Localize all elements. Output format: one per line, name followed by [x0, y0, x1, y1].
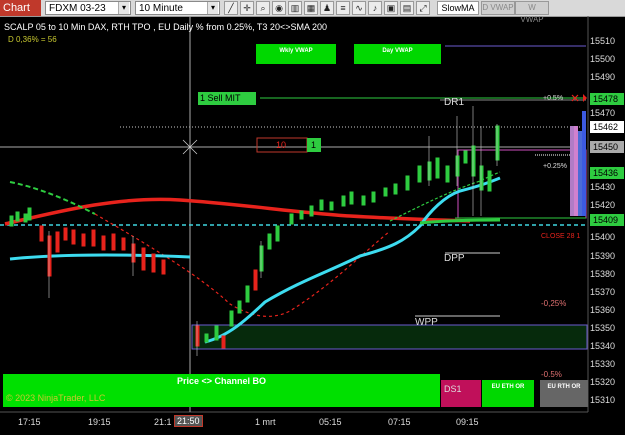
draw-tool-icon[interactable]: ╱ [224, 1, 238, 15]
ds1-box: DS1 [441, 380, 481, 407]
strategy-icon[interactable]: ♟ [320, 1, 334, 15]
instrument-selector[interactable]: FDXM 03-23 ▾ [45, 1, 131, 15]
copyright-text: © 2023 NinjaTrader, LLC [6, 393, 106, 403]
close-label: CLOSE 28 1 [541, 233, 581, 240]
price-tag-15436: 15436 [590, 167, 624, 179]
sell-mit-order[interactable]: 1 Sell MIT [198, 92, 256, 105]
w-vwap-button[interactable]: W VWAP [515, 1, 549, 24]
eu-rth-or-button[interactable]: EU RTH OR [540, 380, 588, 407]
grid-icon[interactable]: ▦ [304, 1, 318, 15]
chart-title: SCALP 05 to 10 Min DAX, RTH TPO , EU Dai… [4, 22, 327, 32]
green-dashed-line [9, 181, 96, 215]
minus-025-label: -0,25% [541, 299, 567, 308]
time-axis-label: 07:15 [388, 417, 411, 427]
price-axis-label: 15490 [590, 72, 616, 82]
interval-label: 10 Minute [139, 3, 183, 14]
time-axis-label: 21:1 [154, 417, 172, 427]
price-axis-label: 15420 [590, 200, 616, 210]
price-axis-label: 15390 [590, 251, 616, 261]
price-tag-15462: 15462 [590, 121, 624, 133]
opening-range-box [457, 149, 587, 219]
crosshair-time-label: 21:50 [174, 415, 203, 427]
eye-icon[interactable]: ◉ [272, 1, 286, 15]
price-channel-box [191, 324, 588, 350]
price-tag-15478: 15478 [590, 93, 624, 105]
price-axis-label: 15470 [590, 108, 616, 118]
order-qty-small[interactable]: 1 [311, 140, 316, 150]
sell-arrow-icon [583, 94, 587, 102]
day-vwap-button[interactable]: Day VWAP [354, 44, 441, 64]
minus-05-label: -0.5% [541, 370, 562, 379]
price-axis-label: 15340 [590, 341, 616, 351]
chevron-down-icon: ▾ [207, 2, 218, 14]
price-axis-label: 15430 [590, 182, 616, 192]
indicator-value: D 0,36% = 56 [8, 35, 57, 44]
price-axis-label: 15400 [590, 232, 616, 242]
interval-selector[interactable]: 10 Minute ▾ [135, 1, 220, 15]
price-axis-label: 15360 [590, 305, 616, 315]
plus-05-label: +0.5% [543, 95, 564, 102]
price-axis-label: 15330 [590, 359, 616, 369]
time-axis-label: 09:15 [456, 417, 479, 427]
price-axis-label: 15370 [590, 287, 616, 297]
volume-profile [570, 111, 586, 216]
chart-toolbar: Chart FDXM 03-23 ▾ 10 Minute ▾ ╱ ✛ ⌕ ◉ ▥… [0, 0, 625, 24]
chart-tab[interactable]: Chart [0, 0, 41, 16]
t3-line-left [9, 253, 191, 261]
instrument-label: FDXM 03-23 [49, 3, 106, 14]
price-channel-label: Price <> Channel BO [176, 376, 267, 386]
ticket-icon[interactable]: ▣ [384, 1, 398, 15]
ds1-label: DS1 [444, 384, 462, 394]
order-qty[interactable]: 10 [276, 140, 286, 150]
dr1-label: DR1 [444, 97, 465, 108]
price-channel-bo-banner[interactable]: Price <> Channel BO © 2023 NinjaTrader, … [3, 374, 440, 407]
price-chart[interactable] [0, 16, 625, 435]
price-axis-label: 15310 [590, 395, 616, 405]
price-tag-15409: 15409 [590, 214, 624, 226]
trend-icon[interactable]: ⤢ [416, 1, 430, 15]
bell-icon[interactable]: ♪ [368, 1, 382, 15]
dpp-label: DPP [444, 253, 465, 264]
price-axis-label: 15510 [590, 36, 616, 46]
time-axis-label: 05:15 [319, 417, 342, 427]
price-axis-label: 15320 [590, 377, 616, 387]
time-axis-label: 19:15 [88, 417, 111, 427]
price-tag-15450: 15450 [590, 141, 624, 153]
zoom-icon[interactable]: ⌕ [256, 1, 270, 15]
price-axis-label: 15500 [590, 54, 616, 64]
indicators-icon[interactable]: ∿ [352, 1, 366, 15]
price-axis-label: 15350 [590, 323, 616, 333]
price-axis-label: 15380 [590, 269, 616, 279]
plus-025-label: +0.25% [543, 163, 567, 170]
red-dashed-line [94, 213, 391, 317]
eu-eth-or-button[interactable]: EU ETH OR [482, 380, 534, 407]
chevron-down-icon: ▾ [118, 2, 129, 14]
slow-ma-button[interactable]: SlowMA [437, 1, 479, 15]
d-vwap-button[interactable]: D VWAP [481, 1, 515, 15]
time-axis-label: 1 mrt [255, 417, 276, 427]
bar-chart-icon[interactable]: ▥ [288, 1, 302, 15]
wkly-vwap-button[interactable]: Wkly VWAP [256, 44, 336, 64]
image-icon[interactable]: ▤ [400, 1, 414, 15]
properties-icon[interactable]: ≡ [336, 1, 350, 15]
wpp-label: WPP [415, 317, 438, 328]
crosshair-icon[interactable]: ✛ [240, 1, 254, 15]
time-axis-label: 17:15 [18, 417, 41, 427]
